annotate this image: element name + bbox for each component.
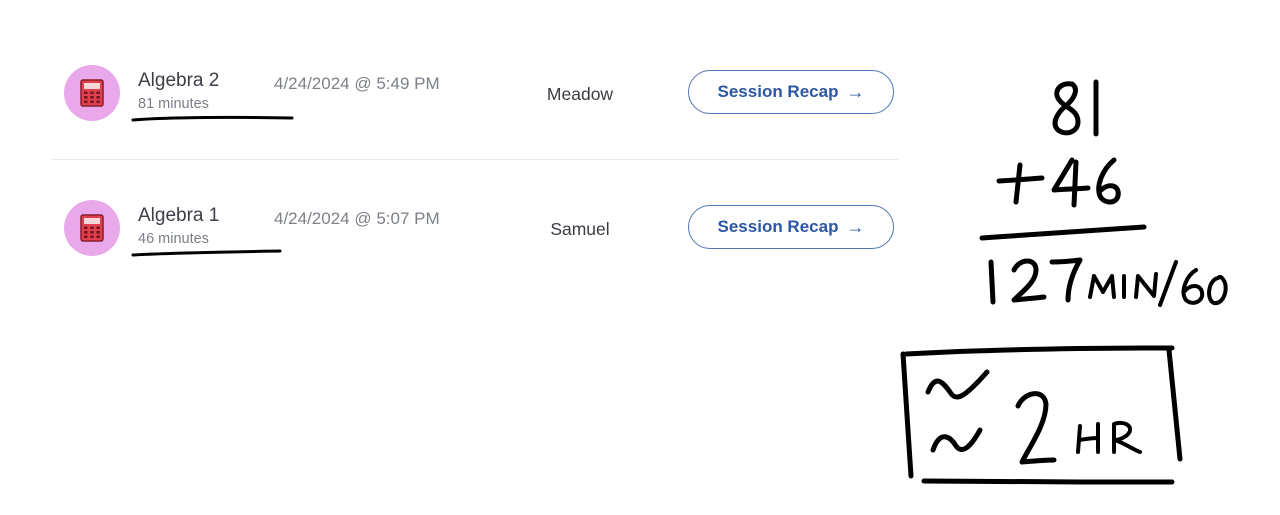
handwritten-sum-line xyxy=(979,224,1147,241)
handwritten-approx-2-hr xyxy=(925,369,1142,465)
handwritten-81 xyxy=(1052,79,1099,137)
handwritten-plus-46 xyxy=(996,157,1121,208)
handwritten-127-min-60 xyxy=(988,257,1228,307)
handwritten-calculation xyxy=(900,79,1228,485)
